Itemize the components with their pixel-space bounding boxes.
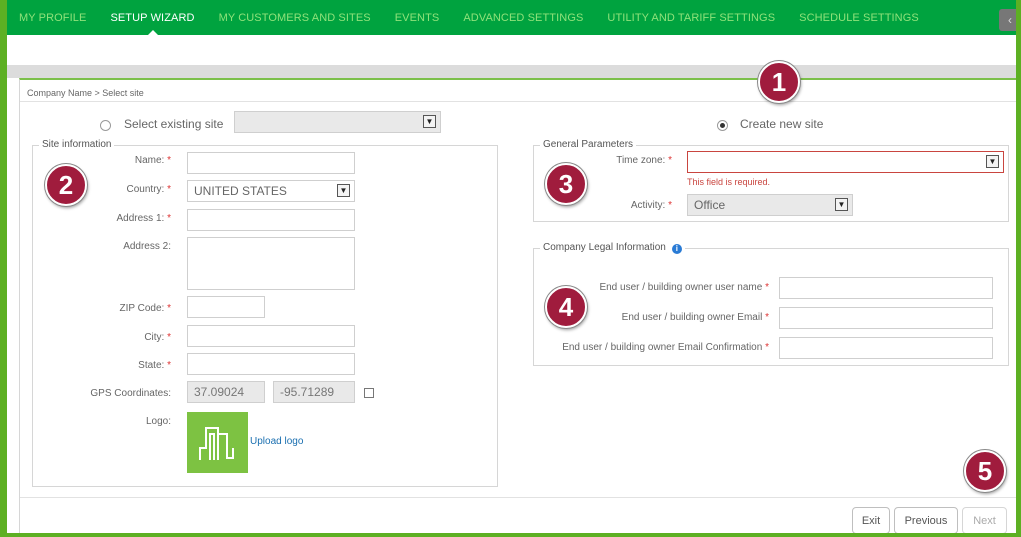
nav-events[interactable]: EVENTS (383, 0, 452, 35)
create-new-site-radio[interactable] (717, 120, 728, 131)
country-select[interactable]: UNITED STATES ▼ (187, 180, 355, 202)
callout-badge-2: 2 (45, 164, 87, 206)
email-field[interactable] (779, 307, 993, 329)
company-legal-legend: Company Legal Information i (540, 242, 685, 254)
zip-label: ZIP Code: * (119, 303, 171, 314)
state-label: State: * (138, 360, 171, 371)
name-field[interactable] (187, 152, 355, 174)
site-information-legend: Site information (39, 139, 115, 150)
gps-edit-checkbox[interactable] (364, 388, 374, 398)
divider (20, 101, 1017, 102)
nav-setup-wizard[interactable]: SETUP WIZARD (98, 0, 206, 35)
footer-divider (20, 497, 1017, 498)
divider-strip (7, 65, 1016, 78)
chevron-down-icon: ▼ (337, 184, 350, 197)
company-legal-section: Company Legal Information i End user / bu… (533, 242, 1009, 366)
state-field[interactable] (187, 353, 355, 375)
top-nav: MY PROFILE SETUP WIZARD MY CUSTOMERS AND… (7, 0, 1021, 35)
info-icon[interactable]: i (671, 243, 682, 254)
toolbar-strip (7, 35, 1016, 65)
callout-badge-5: 5 (964, 450, 1006, 492)
timezone-select[interactable]: ▼ (687, 151, 1004, 173)
callout-badge-4: 4 (545, 286, 587, 328)
site-information-section: Site information Name: * Country: * UNIT… (32, 139, 498, 487)
breadcrumb: Company Name > Select site (27, 88, 144, 98)
city-label: City: * (144, 332, 171, 343)
timezone-error: This field is required. (687, 177, 771, 187)
select-existing-site-label: Select existing site (124, 117, 224, 131)
chevron-down-icon: ▼ (423, 115, 436, 128)
city-field[interactable] (187, 325, 355, 347)
address2-field[interactable] (187, 237, 355, 290)
email-confirm-label: End user / building owner Email Confirma… (562, 342, 769, 353)
previous-button[interactable]: Previous (894, 507, 958, 534)
frame-border-left (0, 0, 7, 537)
create-new-site-label: Create new site (740, 117, 824, 131)
existing-site-select[interactable]: ▼ (234, 111, 441, 133)
chevron-down-icon: ▼ (986, 155, 999, 168)
general-parameters-legend: General Parameters (540, 139, 637, 150)
logo-label: Logo: (145, 416, 171, 427)
nav-my-profile[interactable]: MY PROFILE (7, 0, 98, 35)
zip-field[interactable] (187, 296, 265, 318)
address1-field[interactable] (187, 209, 355, 231)
frame-border-bottom (0, 533, 1021, 537)
nav-utility-and-tariff-settings[interactable]: UTILITY AND TARIFF SETTINGS (595, 0, 787, 35)
activity-select[interactable]: Office ▼ (687, 194, 853, 216)
gps-latitude-field: 37.09024 (187, 381, 265, 403)
address2-label: Address 2: (123, 241, 171, 252)
next-button[interactable]: Next (962, 507, 1007, 534)
nav-advanced-settings[interactable]: ADVANCED SETTINGS (451, 0, 595, 35)
nav-my-customers-and-sites[interactable]: MY CUSTOMERS AND SITES (207, 0, 383, 35)
logo-placeholder (187, 412, 248, 473)
upload-logo-link[interactable]: Upload logo (250, 436, 303, 447)
select-existing-site-radio[interactable] (100, 120, 111, 131)
app-window: MY PROFILE SETUP WIZARD MY CUSTOMERS AND… (0, 0, 1021, 537)
nav-schedule-settings[interactable]: SCHEDULE SETTINGS (787, 0, 931, 35)
country-value: UNITED STATES (194, 184, 287, 198)
building-logo-icon (199, 427, 234, 460)
exit-button[interactable]: Exit (852, 507, 890, 534)
address1-label: Address 1: * (116, 213, 172, 224)
general-parameters-section: General Parameters Time zone: * ▼ This f… (533, 139, 1009, 222)
email-confirm-field[interactable] (779, 337, 993, 359)
callout-badge-3: 3 (545, 163, 587, 205)
gps-label: GPS Coordinates: (90, 388, 171, 399)
activity-value: Office (694, 198, 726, 212)
username-field[interactable] (779, 277, 993, 299)
chevron-down-icon: ▼ (835, 198, 848, 211)
gps-longitude-field: -95.71289 (273, 381, 355, 403)
frame-border-right (1016, 0, 1021, 537)
wizard-panel: Company Name > Select site Select existi… (19, 78, 1018, 534)
callout-badge-1: 1 (758, 61, 800, 103)
